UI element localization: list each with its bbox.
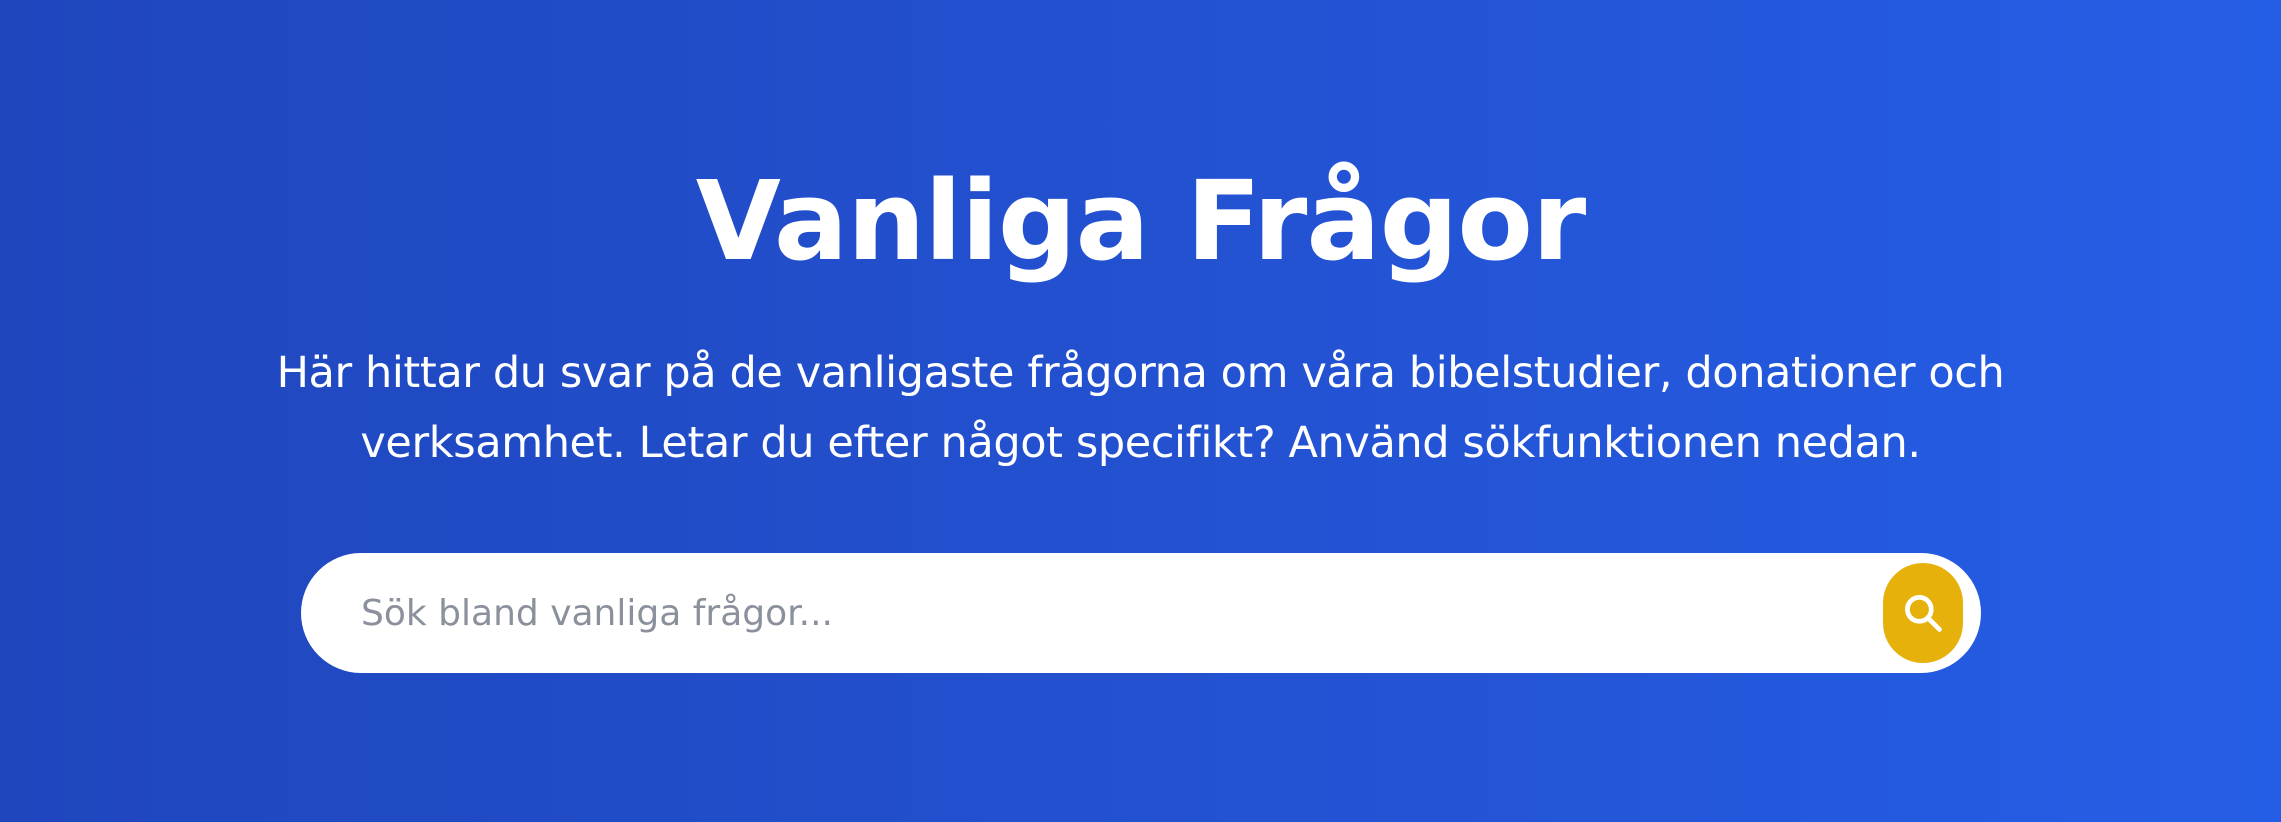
- search-icon: [1901, 591, 1945, 635]
- search-input[interactable]: [361, 553, 1861, 673]
- search-button[interactable]: [1883, 563, 1963, 663]
- page-title: Vanliga Frågor: [695, 157, 1586, 285]
- page-subtitle: Här hittar du svar på de vanligaste fråg…: [276, 348, 2005, 468]
- faq-hero: Vanliga Frågor Här hittar du svar på de …: [0, 0, 2281, 822]
- search-bar: [301, 553, 1981, 673]
